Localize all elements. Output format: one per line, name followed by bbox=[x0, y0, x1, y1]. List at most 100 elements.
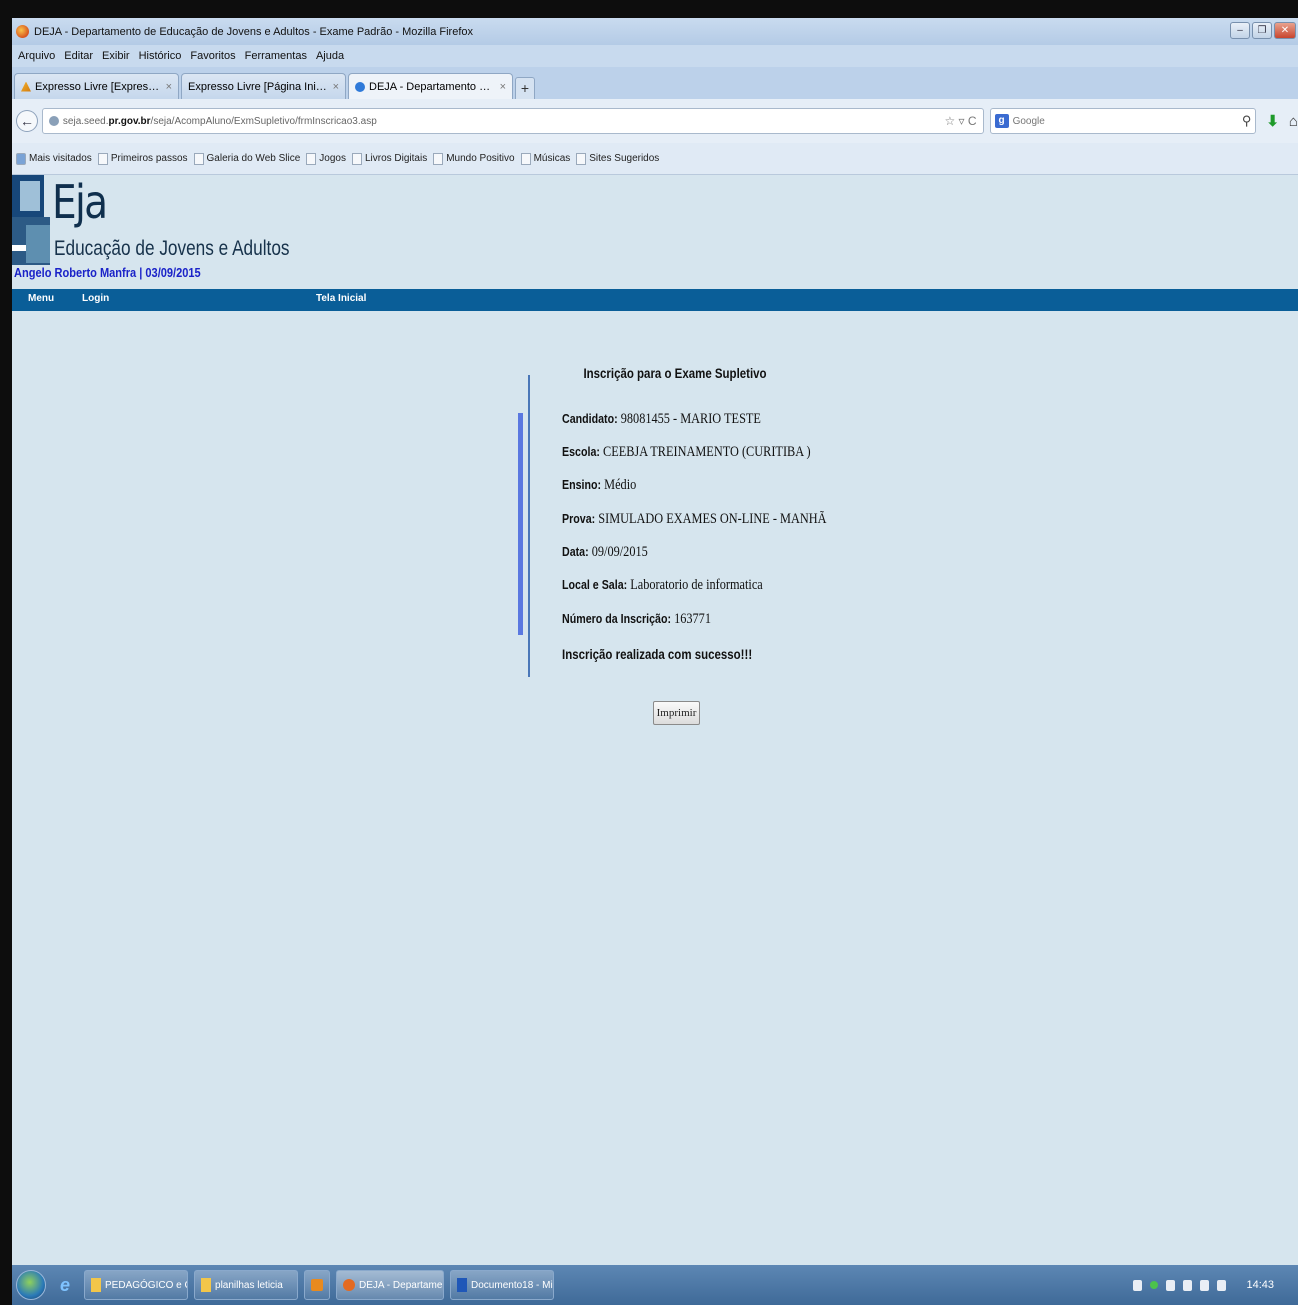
browser-window: DEJA - Departamento de Educação de Joven… bbox=[12, 18, 1298, 1305]
title-bar: DEJA - Departamento de Educação de Joven… bbox=[12, 18, 1298, 45]
close-button[interactable]: ✕ bbox=[1274, 22, 1296, 39]
nav-login[interactable]: Login bbox=[82, 293, 109, 304]
field-ensino: Ensino: Médio bbox=[562, 477, 637, 493]
tab-expresso-mail[interactable]: Expresso Livre [Expresso Mail] × bbox=[14, 73, 179, 99]
menu-exibir[interactable]: Exibir bbox=[102, 50, 130, 62]
field-escola: Escola: CEEBJA TREINAMENTO (CURITIBA ) bbox=[562, 444, 811, 460]
firefox-icon bbox=[16, 25, 29, 38]
bookmark-icon bbox=[520, 152, 531, 165]
form-title: Inscrição para o Exame Supletivo bbox=[583, 365, 767, 381]
globe-icon bbox=[355, 81, 365, 92]
taskbar-item-pedagogico[interactable]: PEDAGÓGICO e CRO... bbox=[84, 1270, 189, 1300]
search-icon[interactable]: ⚲ bbox=[1242, 113, 1256, 129]
bookmark-icon bbox=[193, 152, 204, 165]
volume-icon[interactable] bbox=[1217, 1279, 1227, 1291]
site-nav: Menu Login Tela Inicial bbox=[12, 289, 1298, 311]
taskbar-item-word[interactable]: Documento18 - Micr... bbox=[450, 1270, 555, 1300]
bookmarks-bar: Mais visitados Primeiros passos Galeria … bbox=[12, 143, 1298, 175]
bookmark-sites-sugeridos[interactable]: Sites Sugeridos bbox=[576, 152, 659, 165]
home-icon[interactable]: ⌂ bbox=[1289, 113, 1298, 130]
field-local-sala: Local e Sala: Laboratorio de informatica bbox=[562, 577, 763, 593]
field-prova: Prova: SIMULADO EXAMES ON-LINE - MANHÃ bbox=[562, 511, 827, 527]
bookmark-primeiros-passos[interactable]: Primeiros passos bbox=[97, 152, 188, 165]
firefox-icon bbox=[343, 1279, 356, 1291]
tab-bar: Expresso Livre [Expresso Mail] × Express… bbox=[12, 67, 1298, 1305]
internet-explorer-icon[interactable]: e bbox=[60, 1275, 70, 1296]
search-input[interactable]: Google bbox=[1013, 116, 1242, 127]
clock[interactable]: 14:43 bbox=[1246, 1279, 1274, 1291]
menu-editar[interactable]: Editar bbox=[64, 50, 93, 62]
bookmark-icon bbox=[576, 152, 587, 165]
antivirus-icon[interactable] bbox=[1133, 1279, 1143, 1291]
network-icon[interactable] bbox=[1200, 1279, 1210, 1291]
tab-deja[interactable]: DEJA - Departamento de Educação d... × bbox=[348, 73, 513, 99]
tab-expresso-inicial[interactable]: Expresso Livre [Página Inicial] × bbox=[181, 73, 346, 1305]
taskbar-item-planilhas[interactable]: planilhas leticia bbox=[194, 1270, 299, 1300]
success-message: Inscrição realizada com sucesso!!! bbox=[562, 646, 753, 662]
menu-ajuda[interactable]: Ajuda bbox=[316, 50, 344, 62]
status-icon[interactable] bbox=[1150, 1281, 1159, 1289]
panel-divider bbox=[528, 375, 530, 677]
download-icon[interactable]: ⬇ bbox=[1266, 112, 1279, 130]
start-button[interactable] bbox=[16, 1270, 46, 1300]
screen-border-left bbox=[0, 18, 12, 1305]
bookmark-icon bbox=[16, 152, 26, 165]
back-button[interactable]: ← bbox=[16, 110, 38, 132]
bookmark-icon bbox=[351, 152, 362, 165]
bookmark-star-icon[interactable]: ☆ ▿ C bbox=[944, 114, 982, 128]
brand-name: Eja bbox=[52, 175, 108, 229]
menu-bar: Arquivo Editar Exibir Histórico Favorito… bbox=[12, 45, 1298, 67]
nav-tela-inicial[interactable]: Tela Inicial bbox=[316, 293, 366, 304]
media-player-icon bbox=[311, 1279, 324, 1291]
print-button[interactable]: Imprimir bbox=[653, 701, 700, 725]
bookmark-web-slice[interactable]: Galeria do Web Slice bbox=[193, 152, 300, 165]
field-candidato: Candidato: 98081455 - MARIO TESTE bbox=[562, 411, 761, 427]
navigation-bar: ← seja.seed.pr.gov.br/seja/AcompAluno/Ex… bbox=[12, 99, 1298, 143]
new-tab-button[interactable]: + bbox=[515, 77, 535, 99]
minimize-button[interactable]: – bbox=[1230, 22, 1250, 39]
search-bar[interactable]: g Google ⚲ bbox=[989, 108, 1257, 134]
page-content: Eja Educação de Jovens e Adultos Angelo … bbox=[12, 175, 1298, 1265]
flag-icon[interactable] bbox=[1183, 1279, 1193, 1291]
app-tray-icon[interactable] bbox=[1166, 1279, 1176, 1291]
panel-accent-bar bbox=[518, 413, 523, 635]
bookmark-mais-visitados[interactable]: Mais visitados bbox=[16, 152, 92, 165]
taskbar-item-firefox[interactable]: DEJA - Departament... bbox=[336, 1270, 445, 1300]
window-title: DEJA - Departamento de Educação de Joven… bbox=[34, 25, 473, 38]
field-data: Data: 09/09/2015 bbox=[562, 544, 648, 560]
restore-button[interactable]: ❐ bbox=[1252, 22, 1272, 39]
nav-menu[interactable]: Menu bbox=[28, 293, 54, 304]
menu-favoritos[interactable]: Favoritos bbox=[190, 50, 235, 62]
tab-close-icon[interactable]: × bbox=[500, 81, 506, 93]
menu-historico[interactable]: Histórico bbox=[139, 50, 182, 62]
tab-label: Expresso Livre [Página Inicial] bbox=[188, 80, 329, 93]
bookmark-mundo-positivo[interactable]: Mundo Positivo bbox=[433, 152, 515, 165]
bookmark-icon bbox=[97, 152, 108, 165]
site-identity-icon[interactable] bbox=[48, 116, 59, 126]
menu-ferramentas[interactable]: Ferramentas bbox=[245, 50, 307, 62]
tab-close-icon[interactable]: × bbox=[333, 81, 339, 93]
user-info: Angelo Roberto Manfra | 03/09/2015 bbox=[14, 265, 201, 280]
window-controls: – ❐ ✕ bbox=[1230, 22, 1296, 39]
address-text: seja.seed.pr.gov.br/seja/AcompAluno/ExmS… bbox=[62, 115, 377, 127]
search-engine-icon[interactable]: g bbox=[994, 114, 1009, 128]
bookmark-musicas[interactable]: Músicas bbox=[520, 152, 570, 165]
folder-icon bbox=[91, 1278, 102, 1292]
system-tray: 14:43 bbox=[1133, 1279, 1298, 1291]
menu-arquivo[interactable]: Arquivo bbox=[18, 50, 55, 62]
taskbar: e PEDAGÓGICO e CRO... planilhas leticia … bbox=[12, 1265, 1298, 1305]
bookmark-icon bbox=[433, 152, 444, 165]
field-numero-inscricao: Número da Inscrição: 163771 bbox=[562, 611, 711, 627]
bookmark-jogos[interactable]: Jogos bbox=[306, 152, 346, 165]
tab-label: Expresso Livre [Expresso Mail] bbox=[35, 80, 162, 93]
bookmark-icon bbox=[306, 152, 317, 165]
mail-icon bbox=[21, 81, 31, 92]
bookmark-livros[interactable]: Livros Digitais bbox=[351, 152, 427, 165]
tab-label: DEJA - Departamento de Educação d... bbox=[369, 80, 496, 93]
word-icon bbox=[457, 1278, 468, 1292]
screen-border-top bbox=[0, 0, 1298, 18]
address-bar[interactable]: seja.seed.pr.gov.br/seja/AcompAluno/ExmS… bbox=[41, 108, 984, 134]
tab-close-icon[interactable]: × bbox=[166, 81, 172, 93]
folder-icon bbox=[201, 1278, 212, 1292]
taskbar-item-media-player[interactable] bbox=[304, 1270, 331, 1300]
